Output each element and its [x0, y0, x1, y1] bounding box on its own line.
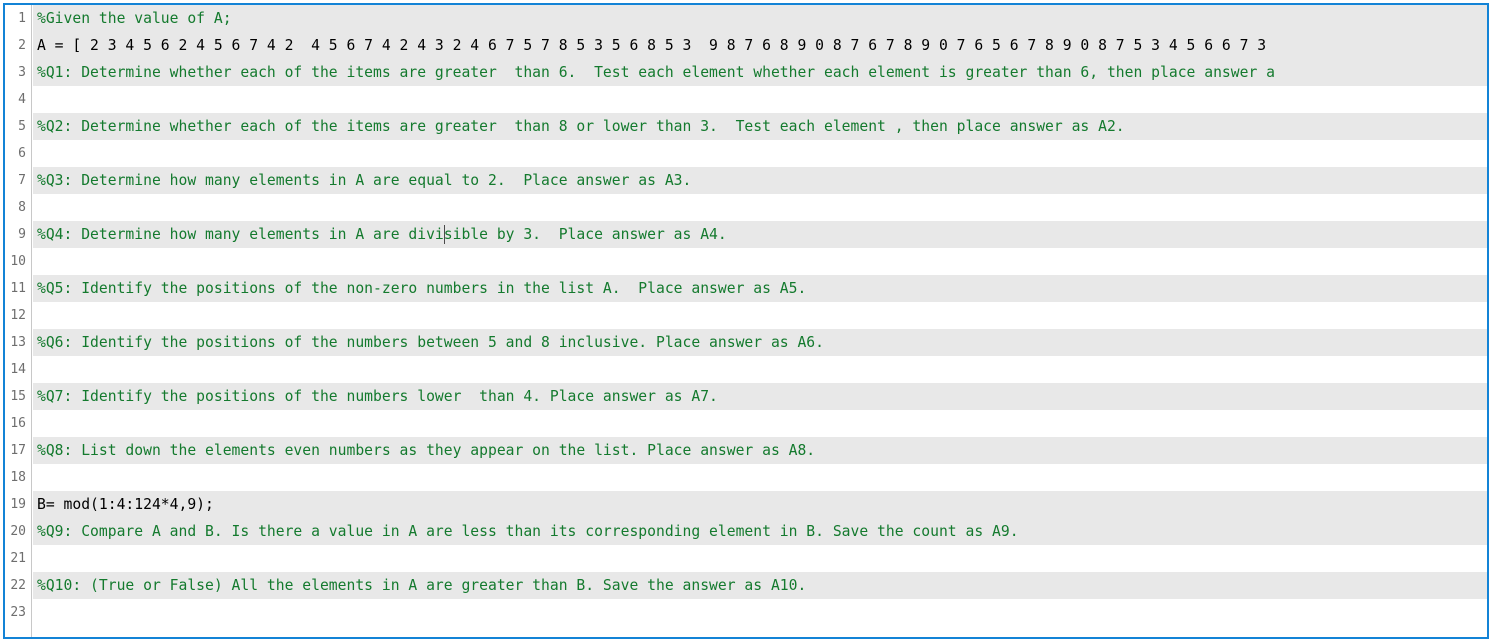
- code-line[interactable]: B= mod(1:4:124*4,9);: [33, 491, 1487, 518]
- code-line[interactable]: %Q5: Identify the positions of the non-z…: [33, 275, 1487, 302]
- line-number: 10: [10, 254, 26, 269]
- code-text-area[interactable]: %Given the value of A; A = [ 2 3 4 5 6 2 …: [33, 5, 1487, 637]
- code-line[interactable]: %Q3: Determine how many elements in A ar…: [33, 167, 1487, 194]
- line-number: 3: [18, 65, 26, 80]
- code-line[interactable]: [33, 248, 1487, 275]
- code-line[interactable]: [33, 356, 1487, 383]
- line-number: 12: [10, 308, 26, 323]
- code-line[interactable]: %Q2: Determine whether each of the items…: [33, 113, 1487, 140]
- line-number: 21: [10, 551, 26, 566]
- code-line[interactable]: %Q7: Identify the positions of the numbe…: [33, 383, 1487, 410]
- line-number: 5: [18, 119, 26, 134]
- line-number: 8: [18, 200, 26, 215]
- code-line[interactable]: %Q6: Identify the positions of the numbe…: [33, 329, 1487, 356]
- line-number: 7: [18, 173, 26, 188]
- line-number: 4: [18, 92, 26, 107]
- line-number: 11: [10, 281, 26, 296]
- code-line[interactable]: %Given the value of A;: [33, 5, 1487, 32]
- line-number: 9: [18, 227, 26, 242]
- code-line[interactable]: [33, 140, 1487, 167]
- code-line[interactable]: [33, 86, 1487, 113]
- line-number: 23: [10, 605, 26, 620]
- line-number-gutter: 1 2 3 4 5 6 7 8 9 10 11 12 13 14 15 16 17 18 19 20 21 22 23: [5, 5, 32, 637]
- code-line[interactable]: [33, 410, 1487, 437]
- script-editor-window: 1 2 3 4 5 6 7 8 9 10 11 12 13 14 15 16 17 18 19 20 21 22 23 %G…: [3, 3, 1489, 639]
- line-number: 1: [18, 11, 26, 26]
- code-line[interactable]: A = [ 2 3 4 5 6 2 4 5 6 7 4 2 4 5 6 7 4 …: [33, 32, 1487, 59]
- code-line[interactable]: %Q1: Determine whether each of the items…: [33, 59, 1487, 86]
- code-line[interactable]: %Q4: Determine how many elements in A ar…: [33, 221, 1487, 248]
- line-number: 6: [18, 146, 26, 161]
- line-number: 20: [10, 524, 26, 539]
- code-line[interactable]: [33, 599, 1487, 626]
- line-number: 18: [10, 470, 26, 485]
- line-number: 14: [10, 362, 26, 377]
- line-number: 16: [10, 416, 26, 431]
- editor-body: 1 2 3 4 5 6 7 8 9 10 11 12 13 14 15 16 17 18 19 20 21 22 23 %G…: [5, 5, 1487, 637]
- code-line[interactable]: %Q8: List down the elements even numbers…: [33, 437, 1487, 464]
- line-number: 19: [10, 497, 26, 512]
- code-line[interactable]: [33, 302, 1487, 329]
- line-number: 2: [18, 38, 26, 53]
- line-number: 17: [10, 443, 26, 458]
- line-number: 22: [10, 578, 26, 593]
- code-line[interactable]: [33, 194, 1487, 221]
- line-number: 15: [10, 389, 26, 404]
- code-line[interactable]: %Q10: (True or False) All the elements i…: [33, 572, 1487, 599]
- code-line[interactable]: [33, 464, 1487, 491]
- line-number: 13: [10, 335, 26, 350]
- code-line[interactable]: [33, 545, 1487, 572]
- text-caret: [444, 225, 445, 244]
- code-line[interactable]: %Q9: Compare A and B. Is there a value i…: [33, 518, 1487, 545]
